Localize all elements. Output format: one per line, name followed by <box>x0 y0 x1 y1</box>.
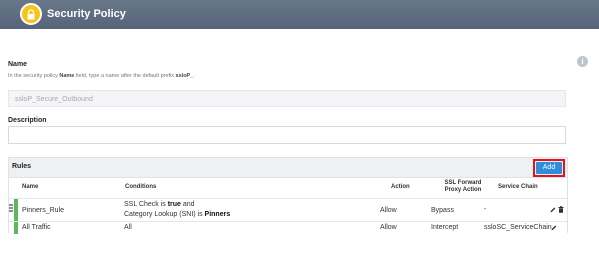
name-input[interactable]: ssloP_Secure_Outbound <box>8 90 566 107</box>
rules-panel: Rules Add Name Conditions Action SSL For… <box>8 157 568 234</box>
rule-service-chain: ssloSC_ServiceChain <box>484 224 552 231</box>
page-title: Security Policy <box>47 8 126 20</box>
delete-icon[interactable] <box>558 206 564 215</box>
description-input[interactable] <box>8 126 566 144</box>
page-header: Security Policy <box>0 0 599 29</box>
column-header-service-chain: Service Chain <box>498 184 538 190</box>
description-label: Description <box>8 117 47 124</box>
edit-icon[interactable] <box>550 206 556 215</box>
rule-name: Pinners_Rule <box>22 207 65 214</box>
name-label: Name <box>8 61 28 68</box>
column-header-conditions: Conditions <box>125 184 157 190</box>
edit-icon[interactable] <box>551 224 557 233</box>
rule-ssl-action: Bypass <box>431 207 454 214</box>
rule-service-chain: - <box>484 206 487 213</box>
column-header-action: Action <box>391 184 410 190</box>
column-header-name: Name <box>22 184 39 190</box>
rules-toolbar: Rules Add <box>9 158 567 178</box>
drag-handle-icon[interactable] <box>9 204 13 212</box>
rule-condition-line-2: Category Lookup (SNI) is Pinners <box>124 211 231 218</box>
column-header-ssl-action: SSL Forward Proxy Action <box>444 180 482 193</box>
table-row[interactable]: Pinners_Rule SSL Check is true and Categ… <box>9 198 567 222</box>
rule-ssl-action: Intercept <box>431 224 459 231</box>
rules-title: Rules <box>12 163 32 170</box>
name-input-value: ssloP_Secure_Outbound <box>15 96 93 103</box>
rule-status-indicator <box>14 199 18 222</box>
rule-status-indicator <box>14 222 18 234</box>
name-hint: In the security policy Name field, type … <box>8 73 195 79</box>
lock-icon <box>20 3 42 25</box>
rule-action: Allow <box>380 224 397 231</box>
table-row[interactable]: All Traffic All Allow Intercept ssloSC_S… <box>9 221 567 234</box>
rule-action: Allow <box>380 207 397 214</box>
info-icon[interactable]: i <box>577 56 588 67</box>
rule-condition-line-1: SSL Check is true and <box>124 201 195 208</box>
add-button-highlight: Add <box>533 159 565 177</box>
add-rule-button[interactable]: Add <box>536 162 562 174</box>
rule-conditions: All <box>124 224 132 231</box>
rule-name: All Traffic <box>22 224 51 231</box>
